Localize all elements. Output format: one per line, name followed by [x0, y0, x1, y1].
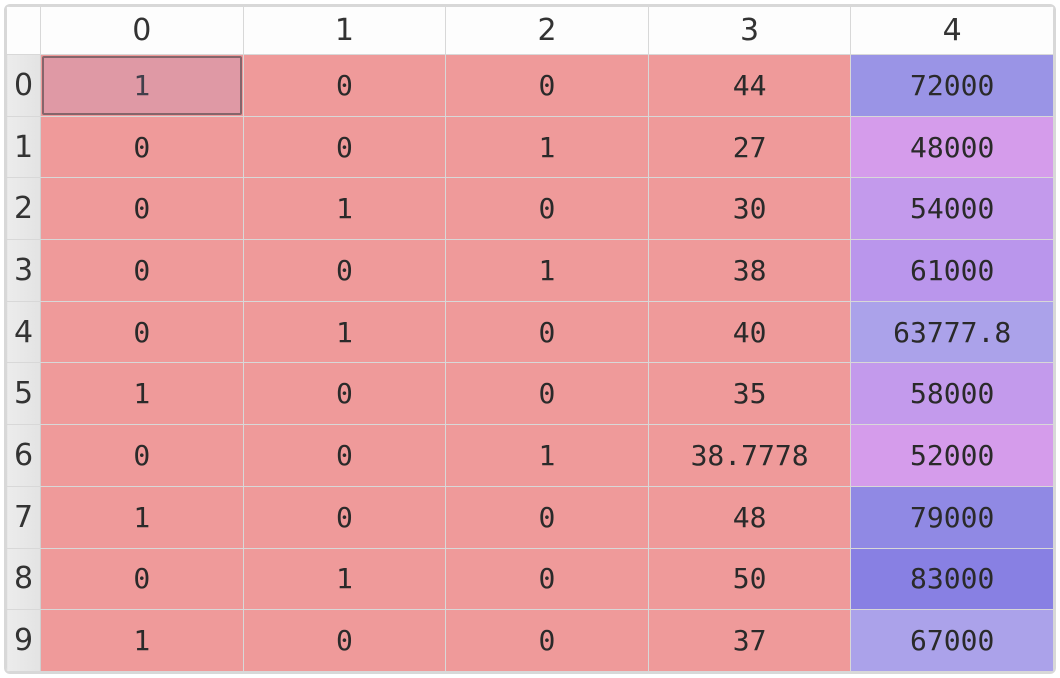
table-row: 9 1 0 0 37 67000 — [7, 610, 1054, 672]
data-grid[interactable]: 0 1 2 3 4 0 1 0 0 44 72000 1 0 0 1 — [4, 4, 1056, 674]
cell[interactable]: 63777.8 — [851, 301, 1054, 363]
table-body: 0 1 0 0 44 72000 1 0 0 1 27 48000 2 0 1 … — [7, 55, 1054, 672]
cell[interactable]: 37 — [648, 610, 851, 672]
row-index[interactable]: 7 — [7, 486, 41, 548]
row-index[interactable]: 2 — [7, 178, 41, 240]
cell[interactable]: 27 — [648, 116, 851, 178]
cell[interactable]: 79000 — [851, 486, 1054, 548]
data-table: 0 1 2 3 4 0 1 0 0 44 72000 1 0 0 1 — [6, 6, 1054, 672]
cell[interactable]: 38 — [648, 240, 851, 302]
cell[interactable]: 0 — [41, 425, 244, 487]
cell[interactable]: 1 — [41, 55, 244, 117]
column-header[interactable]: 0 — [41, 7, 244, 55]
cell[interactable]: 1 — [41, 486, 244, 548]
column-header[interactable]: 2 — [446, 7, 649, 55]
cell[interactable]: 48 — [648, 486, 851, 548]
cell[interactable]: 1 — [446, 425, 649, 487]
row-index[interactable]: 5 — [7, 363, 41, 425]
column-header[interactable]: 4 — [851, 7, 1054, 55]
cell[interactable]: 0 — [41, 548, 244, 610]
header-row: 0 1 2 3 4 — [7, 7, 1054, 55]
cell[interactable]: 67000 — [851, 610, 1054, 672]
table-row: 6 0 0 1 38.7778 52000 — [7, 425, 1054, 487]
table-row: 1 0 0 1 27 48000 — [7, 116, 1054, 178]
table-row: 7 1 0 0 48 79000 — [7, 486, 1054, 548]
cell[interactable]: 0 — [243, 240, 446, 302]
cell[interactable]: 0 — [243, 55, 446, 117]
cell[interactable]: 0 — [41, 301, 244, 363]
cell[interactable]: 0 — [243, 486, 446, 548]
cell[interactable]: 61000 — [851, 240, 1054, 302]
cell[interactable]: 1 — [41, 610, 244, 672]
corner-cell — [7, 7, 41, 55]
cell[interactable]: 0 — [446, 548, 649, 610]
cell[interactable]: 30 — [648, 178, 851, 240]
cell[interactable]: 35 — [648, 363, 851, 425]
cell[interactable]: 48000 — [851, 116, 1054, 178]
cell[interactable]: 0 — [41, 178, 244, 240]
cell[interactable]: 1 — [243, 178, 446, 240]
column-header[interactable]: 1 — [243, 7, 446, 55]
cell[interactable]: 0 — [243, 425, 446, 487]
cell[interactable]: 38.7778 — [648, 425, 851, 487]
row-index[interactable]: 3 — [7, 240, 41, 302]
table-row: 2 0 1 0 30 54000 — [7, 178, 1054, 240]
row-index[interactable]: 6 — [7, 425, 41, 487]
row-index[interactable]: 0 — [7, 55, 41, 117]
cell[interactable]: 50 — [648, 548, 851, 610]
cell[interactable]: 0 — [446, 363, 649, 425]
cell[interactable]: 0 — [446, 486, 649, 548]
cell[interactable]: 1 — [243, 301, 446, 363]
cell[interactable]: 0 — [243, 363, 446, 425]
row-index[interactable]: 9 — [7, 610, 41, 672]
cell[interactable]: 0 — [446, 610, 649, 672]
cell[interactable]: 72000 — [851, 55, 1054, 117]
table-row: 0 1 0 0 44 72000 — [7, 55, 1054, 117]
cell[interactable]: 40 — [648, 301, 851, 363]
cell[interactable]: 0 — [41, 240, 244, 302]
cell[interactable]: 0 — [41, 116, 244, 178]
cell[interactable]: 52000 — [851, 425, 1054, 487]
cell[interactable]: 0 — [446, 178, 649, 240]
row-index[interactable]: 4 — [7, 301, 41, 363]
cell[interactable]: 0 — [446, 301, 649, 363]
cell[interactable]: 0 — [446, 55, 649, 117]
cell[interactable]: 44 — [648, 55, 851, 117]
table-row: 5 1 0 0 35 58000 — [7, 363, 1054, 425]
table-row: 8 0 1 0 50 83000 — [7, 548, 1054, 610]
cell[interactable]: 54000 — [851, 178, 1054, 240]
table-row: 4 0 1 0 40 63777.8 — [7, 301, 1054, 363]
cell[interactable]: 0 — [243, 610, 446, 672]
column-header[interactable]: 3 — [648, 7, 851, 55]
cell[interactable]: 58000 — [851, 363, 1054, 425]
cell[interactable]: 1 — [243, 548, 446, 610]
table-row: 3 0 0 1 38 61000 — [7, 240, 1054, 302]
row-index[interactable]: 1 — [7, 116, 41, 178]
row-index[interactable]: 8 — [7, 548, 41, 610]
cell[interactable]: 1 — [41, 363, 244, 425]
cell[interactable]: 1 — [446, 116, 649, 178]
cell[interactable]: 83000 — [851, 548, 1054, 610]
cell[interactable]: 0 — [243, 116, 446, 178]
cell[interactable]: 1 — [446, 240, 649, 302]
